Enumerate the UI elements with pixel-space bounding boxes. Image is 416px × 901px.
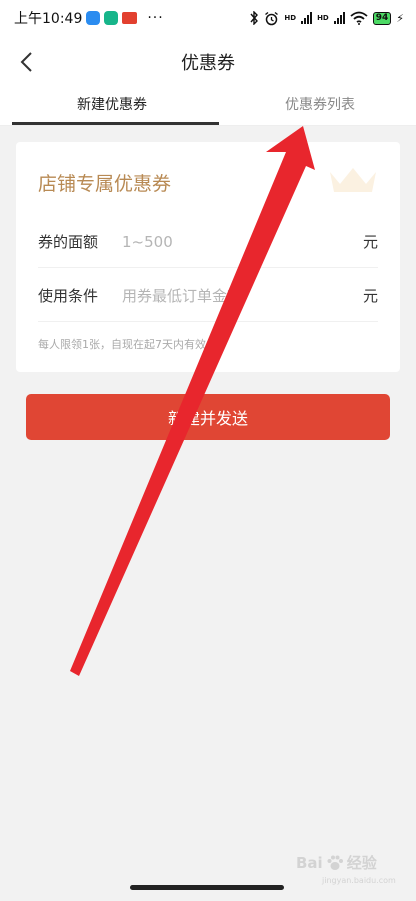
face-value-unit: 元 bbox=[362, 233, 378, 251]
nav-bar: 优惠券 bbox=[0, 40, 416, 84]
shield-app-icon bbox=[104, 11, 119, 25]
charging-icon: ⚡ bbox=[396, 11, 404, 25]
coupon-form-card: 店铺专属优惠券 券的面额 元 使用条件 元 每人限领1张，自现在起7天内有效 bbox=[16, 142, 400, 372]
coupon-hint: 每人限领1张，自现在起7天内有效 bbox=[38, 338, 206, 351]
hd-label-2: HD bbox=[317, 14, 329, 22]
home-indicator[interactable] bbox=[130, 885, 284, 890]
hd-label-1: HD bbox=[284, 14, 297, 22]
tab-coupon-list[interactable]: 优惠券列表 bbox=[216, 94, 416, 114]
face-value-input[interactable] bbox=[122, 232, 358, 251]
status-bar: 上午10:49 ··· HD HD 94 ⚡ bbox=[0, 0, 416, 36]
wifi-icon bbox=[350, 11, 368, 25]
card-title: 店铺专属优惠券 bbox=[38, 173, 172, 195]
status-left: 上午10:49 ··· bbox=[14, 8, 164, 28]
mailbox-app-icon bbox=[122, 12, 138, 24]
signal-2-icon bbox=[333, 12, 345, 24]
face-value-row: 券的面额 元 bbox=[38, 216, 378, 268]
create-and-send-button[interactable]: 新建并发送 bbox=[26, 394, 390, 440]
crown-icon bbox=[330, 168, 376, 192]
more-notifications-icon: ··· bbox=[147, 10, 164, 26]
watermark-text-2: 经验 bbox=[346, 854, 377, 872]
watermark-text: Bai bbox=[296, 853, 323, 872]
tab-new-coupon[interactable]: 新建优惠券 bbox=[8, 94, 216, 114]
face-value-label: 券的面额 bbox=[38, 233, 99, 251]
min-order-label: 使用条件 bbox=[38, 287, 99, 305]
watermark-url: jingyan.baidu.com bbox=[322, 876, 396, 885]
min-order-row: 使用条件 元 bbox=[38, 270, 378, 322]
battery-icon: 94 bbox=[372, 11, 392, 25]
bluetooth-icon bbox=[250, 11, 259, 25]
tab-active-indicator bbox=[12, 122, 219, 125]
page-title: 优惠券 bbox=[181, 53, 235, 74]
tab-bar: 新建优惠券 优惠券列表 bbox=[0, 86, 416, 126]
status-right: HD HD 94 ⚡ bbox=[249, 11, 404, 26]
signal-1-icon bbox=[301, 12, 313, 24]
paw-icon bbox=[327, 855, 343, 870]
min-order-unit: 元 bbox=[362, 287, 378, 305]
baidu-watermark: Bai 经验 bbox=[296, 852, 377, 873]
app-notification-icon bbox=[86, 11, 101, 25]
annotation-arrow-icon bbox=[70, 126, 315, 676]
status-time: 上午10:49 bbox=[14, 11, 83, 27]
alarm-icon bbox=[265, 11, 279, 25]
min-order-input[interactable] bbox=[122, 286, 358, 305]
